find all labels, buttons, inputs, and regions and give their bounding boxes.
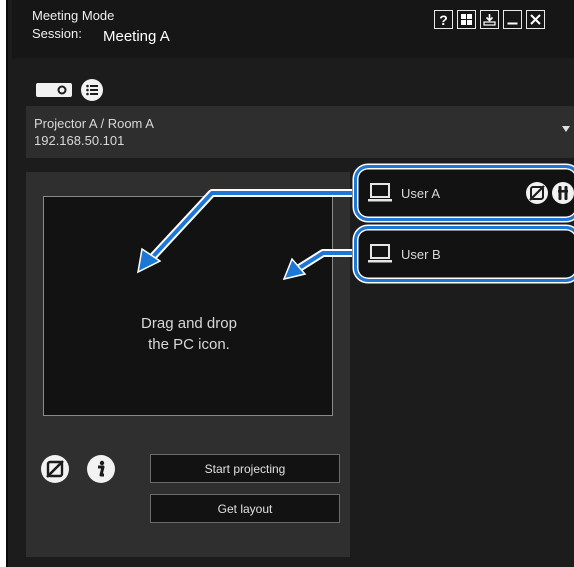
meeting-mode-window: Meeting Mode Session: Meeting A ? Projec… bbox=[6, 0, 574, 567]
close-button[interactable] bbox=[526, 10, 545, 29]
get-layout-button[interactable]: Get layout bbox=[150, 494, 340, 523]
no-display-icon[interactable] bbox=[525, 181, 549, 205]
drop-zone[interactable]: Drag and drop the PC icon. bbox=[43, 196, 333, 416]
projector-ip: 192.168.50.101 bbox=[34, 133, 125, 148]
list-icon[interactable] bbox=[80, 78, 104, 102]
session-value: Meeting A bbox=[103, 28, 170, 45]
close-icon bbox=[530, 14, 541, 25]
grid-icon bbox=[461, 14, 472, 25]
drop-hint-line2: the PC icon. bbox=[148, 336, 230, 353]
user-name: User A bbox=[401, 186, 441, 201]
projector-icon[interactable] bbox=[36, 81, 72, 99]
laptop-icon bbox=[368, 244, 392, 263]
help-icon: ? bbox=[439, 11, 448, 28]
download-button[interactable] bbox=[480, 10, 499, 29]
drop-hint-line1: Drag and drop bbox=[141, 315, 237, 332]
user-item-b[interactable]: User B bbox=[354, 226, 574, 282]
help-button[interactable]: ? bbox=[434, 10, 453, 29]
minimize-button[interactable] bbox=[503, 10, 522, 29]
projector-dropdown[interactable]: Projector A / Room A 192.168.50.101 bbox=[26, 106, 574, 158]
user-name: User B bbox=[401, 247, 441, 262]
no-display-icon[interactable] bbox=[40, 454, 70, 484]
projector-name: Projector A / Room A bbox=[34, 116, 154, 131]
grid-button[interactable] bbox=[457, 10, 476, 29]
user-item-a[interactable]: User A bbox=[354, 165, 574, 221]
start-projecting-button[interactable]: Start projecting bbox=[150, 454, 340, 483]
key-icon[interactable] bbox=[551, 181, 574, 205]
info-icon[interactable] bbox=[86, 454, 116, 484]
chevron-down-icon bbox=[562, 126, 570, 132]
laptop-icon bbox=[368, 183, 392, 202]
download-icon bbox=[483, 14, 496, 26]
layout-panel: Drag and drop the PC icon. Start project… bbox=[26, 172, 350, 557]
window-title: Meeting Mode bbox=[32, 8, 115, 23]
drop-hint: Drag and drop the PC icon. bbox=[44, 313, 334, 355]
session-label: Session: bbox=[32, 26, 82, 41]
minimize-icon bbox=[507, 22, 518, 25]
title-bar: Meeting Mode Session: Meeting A ? bbox=[12, 0, 574, 58]
